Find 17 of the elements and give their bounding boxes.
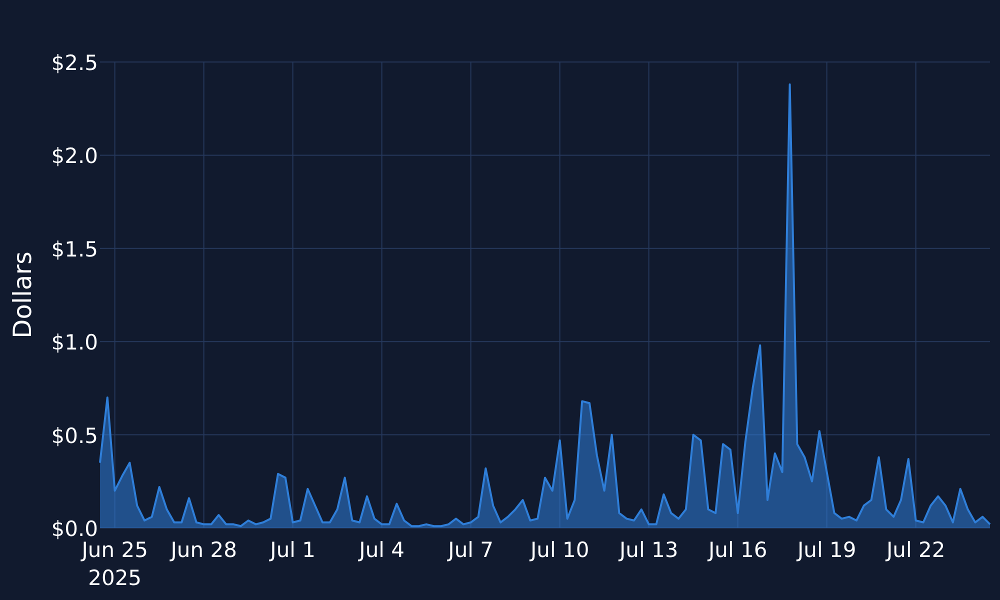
axis-tick-label: $0.0: [51, 517, 98, 541]
axis-tick-label: $1.0: [51, 330, 98, 355]
axis-tick-label: Jul 13: [619, 538, 678, 562]
axis-tick-label: $2.5: [51, 51, 98, 75]
axis-tick-label: Jul 1: [270, 538, 316, 562]
axis-tick-label: Jul 19: [797, 538, 856, 562]
axis-tick-label: $2.0: [51, 144, 98, 168]
axis-tick-label: Jul 22: [886, 538, 946, 562]
axis-tick-label: Jun 25 2025: [82, 538, 148, 590]
axis-tick-label: Jul 4: [359, 538, 405, 562]
axis-tick-label: Jul 7: [448, 538, 494, 562]
axis-tick-label: Jul 10: [530, 538, 590, 562]
axis-tick-label: Jun 28: [170, 538, 237, 562]
axis-tick-label: Jul 16: [708, 538, 768, 562]
axis-tick-label: $1.5: [51, 237, 98, 262]
axis-tick-label: $0.5: [51, 424, 98, 448]
axis-title: Dollars: [8, 251, 37, 339]
